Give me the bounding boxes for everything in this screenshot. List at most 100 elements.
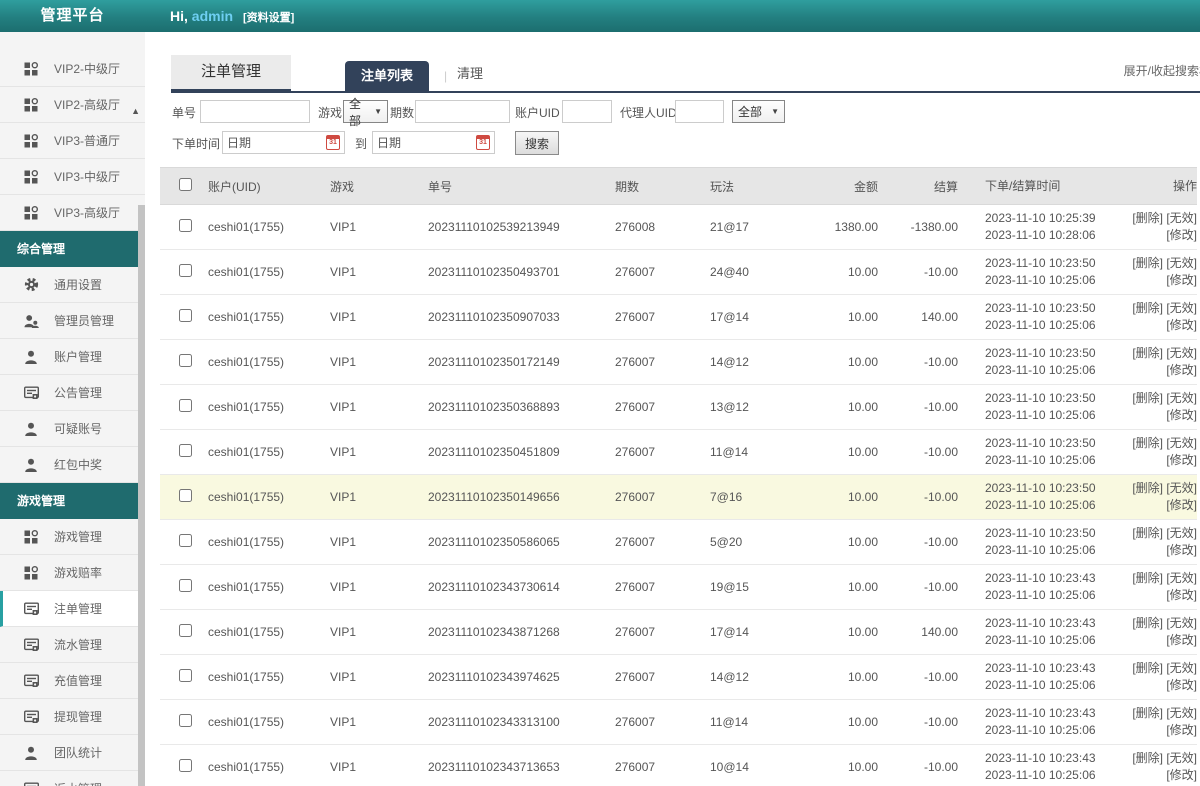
delete-link[interactable]: [删除] <box>1132 346 1163 360</box>
edit-link[interactable]: [修改] <box>1166 408 1197 422</box>
sidebar-item-VIP3-中级厅[interactable]: VIP3-中级厅 <box>0 159 145 195</box>
row-checkbox[interactable] <box>179 669 192 682</box>
sidebar-item-管理员管理[interactable]: 管理员管理 <box>0 303 145 339</box>
sidebar-item-账户管理[interactable]: 账户管理 <box>0 339 145 375</box>
edit-link[interactable]: [修改] <box>1166 588 1197 602</box>
delete-link[interactable]: [删除] <box>1132 571 1163 585</box>
status-select[interactable]: 全部 ▼ <box>732 100 785 123</box>
select-all-checkbox[interactable] <box>179 178 192 191</box>
cell-play: 17@14 <box>710 625 749 639</box>
invalidate-link[interactable]: [无效] <box>1166 616 1197 630</box>
sidebar-item-VIP2-高级厅[interactable]: VIP2-高级厅 <box>0 87 145 123</box>
date-to-input[interactable]: 日期 31 <box>372 131 495 154</box>
delete-link[interactable]: [删除] <box>1132 661 1163 675</box>
order-time: 2023-11-10 10:23:50 <box>985 346 1096 360</box>
delete-link[interactable]: [删除] <box>1132 256 1163 270</box>
profile-settings-link[interactable]: [资料设置] <box>243 12 294 24</box>
edit-link[interactable]: [修改] <box>1166 273 1197 287</box>
delete-link[interactable]: [删除] <box>1132 391 1163 405</box>
row-checkbox[interactable] <box>179 579 192 592</box>
settle-time: 2023-11-10 10:25:06 <box>985 408 1096 422</box>
username-link[interactable]: admin <box>192 8 233 24</box>
row-checkbox[interactable] <box>179 219 192 232</box>
sidebar-item-返水管理[interactable]: 返水管理 <box>0 771 145 786</box>
column-header: 账户(UID) <box>208 179 261 194</box>
sidebar-item-VIP2-中级厅[interactable]: VIP2-中级厅 <box>0 51 145 87</box>
row-checkbox[interactable] <box>179 399 192 412</box>
account-uid-input[interactable] <box>562 100 612 123</box>
delete-link[interactable]: [删除] <box>1132 706 1163 720</box>
edit-link[interactable]: [修改] <box>1166 543 1197 557</box>
edit-link[interactable]: [修改] <box>1166 678 1197 692</box>
row-checkbox[interactable] <box>179 264 192 277</box>
row-checkbox[interactable] <box>179 444 192 457</box>
invalidate-link[interactable]: [无效] <box>1166 211 1197 225</box>
delete-link[interactable]: [删除] <box>1132 526 1163 540</box>
row-checkbox[interactable] <box>179 489 192 502</box>
edit-link[interactable]: [修改] <box>1166 453 1197 467</box>
sidebar-item-流水管理[interactable]: 流水管理 <box>0 627 145 663</box>
delete-link[interactable]: [删除] <box>1132 436 1163 450</box>
cell-period: 276007 <box>615 670 656 684</box>
sidebar-item-游戏赔率[interactable]: 游戏赔率 <box>0 555 145 591</box>
edit-link[interactable]: [修改] <box>1166 633 1197 647</box>
row-checkbox[interactable] <box>179 624 192 637</box>
agent-uid-input[interactable] <box>675 100 724 123</box>
edit-link[interactable]: [修改] <box>1166 228 1197 242</box>
invalidate-link[interactable]: [无效] <box>1166 391 1197 405</box>
order-no-input[interactable] <box>200 100 310 123</box>
row-checkbox[interactable] <box>179 534 192 547</box>
invalidate-link[interactable]: [无效] <box>1166 571 1197 585</box>
delete-link[interactable]: [删除] <box>1132 751 1163 765</box>
row-checkbox[interactable] <box>179 714 192 727</box>
date-from-input[interactable]: 日期 31 <box>222 131 345 154</box>
row-checkbox[interactable] <box>179 309 192 322</box>
invalidate-link[interactable]: [无效] <box>1166 301 1197 315</box>
scroll-up-icon[interactable]: ▲ <box>131 106 140 116</box>
sidebar-scrollbar[interactable] <box>138 205 145 786</box>
sidebar-item-注单管理[interactable]: 注单管理 <box>0 591 145 627</box>
invalidate-link[interactable]: [无效] <box>1166 436 1197 450</box>
tab-order-list[interactable]: 注单列表 <box>345 61 430 91</box>
sidebar-item-提现管理[interactable]: 提现管理 <box>0 699 145 735</box>
row-checkbox[interactable] <box>179 759 192 772</box>
game-select[interactable]: 全部 ▼ <box>343 97 388 128</box>
calendar-icon[interactable]: 31 <box>476 135 490 150</box>
table-row: ceshi01(1755) VIP1 20231110102343313100 276… <box>160 700 1197 745</box>
order-time: 2023-11-10 10:23:43 <box>985 751 1096 765</box>
period-input[interactable] <box>415 100 510 123</box>
sidebar-item-游戏管理[interactable]: 游戏管理 <box>0 519 145 555</box>
invalidate-link[interactable]: [无效] <box>1166 706 1197 720</box>
sidebar-item-VIP3-高级厅[interactable]: VIP3-高级厅 <box>0 195 145 231</box>
sidebar-item-团队统计[interactable]: 团队统计 <box>0 735 145 771</box>
sidebar-item-公告管理[interactable]: 公告管理 <box>0 375 145 411</box>
edit-link[interactable]: [修改] <box>1166 498 1197 512</box>
sidebar-item-可疑账号[interactable]: 可疑账号 <box>0 411 145 447</box>
invalidate-link[interactable]: [无效] <box>1166 751 1197 765</box>
cell-play: 14@12 <box>710 355 749 369</box>
invalidate-link[interactable]: [无效] <box>1166 526 1197 540</box>
edit-link[interactable]: [修改] <box>1166 363 1197 377</box>
sidebar-item-红包中奖[interactable]: 红包中奖 <box>0 447 145 483</box>
sidebar-item-充值管理[interactable]: 充值管理 <box>0 663 145 699</box>
delete-link[interactable]: [删除] <box>1132 211 1163 225</box>
calendar-icon[interactable]: 31 <box>326 135 340 150</box>
sidebar-item-通用设置[interactable]: 通用设置 <box>0 267 145 303</box>
delete-link[interactable]: [删除] <box>1132 301 1163 315</box>
row-checkbox[interactable] <box>179 354 192 367</box>
delete-link[interactable]: [删除] <box>1132 481 1163 495</box>
sidebar-item-VIP3-普通厅[interactable]: VIP3-普通厅 <box>0 123 145 159</box>
delete-link[interactable]: [删除] <box>1132 616 1163 630</box>
edit-link[interactable]: [修改] <box>1166 723 1197 737</box>
toggle-search-link[interactable]: 展开/收起搜索栏 <box>1124 62 1200 79</box>
invalidate-link[interactable]: [无效] <box>1166 481 1197 495</box>
column-header: 游戏 <box>330 179 355 194</box>
edit-link[interactable]: [修改] <box>1166 768 1197 782</box>
invalidate-link[interactable]: [无效] <box>1166 256 1197 270</box>
invalidate-link[interactable]: [无效] <box>1166 346 1197 360</box>
tab-cleanup[interactable]: 清理 <box>457 63 483 82</box>
search-button[interactable]: 搜索 <box>515 131 560 155</box>
settle-time: 2023-11-10 10:25:06 <box>985 498 1096 512</box>
edit-link[interactable]: [修改] <box>1166 318 1197 332</box>
invalidate-link[interactable]: [无效] <box>1166 661 1197 675</box>
